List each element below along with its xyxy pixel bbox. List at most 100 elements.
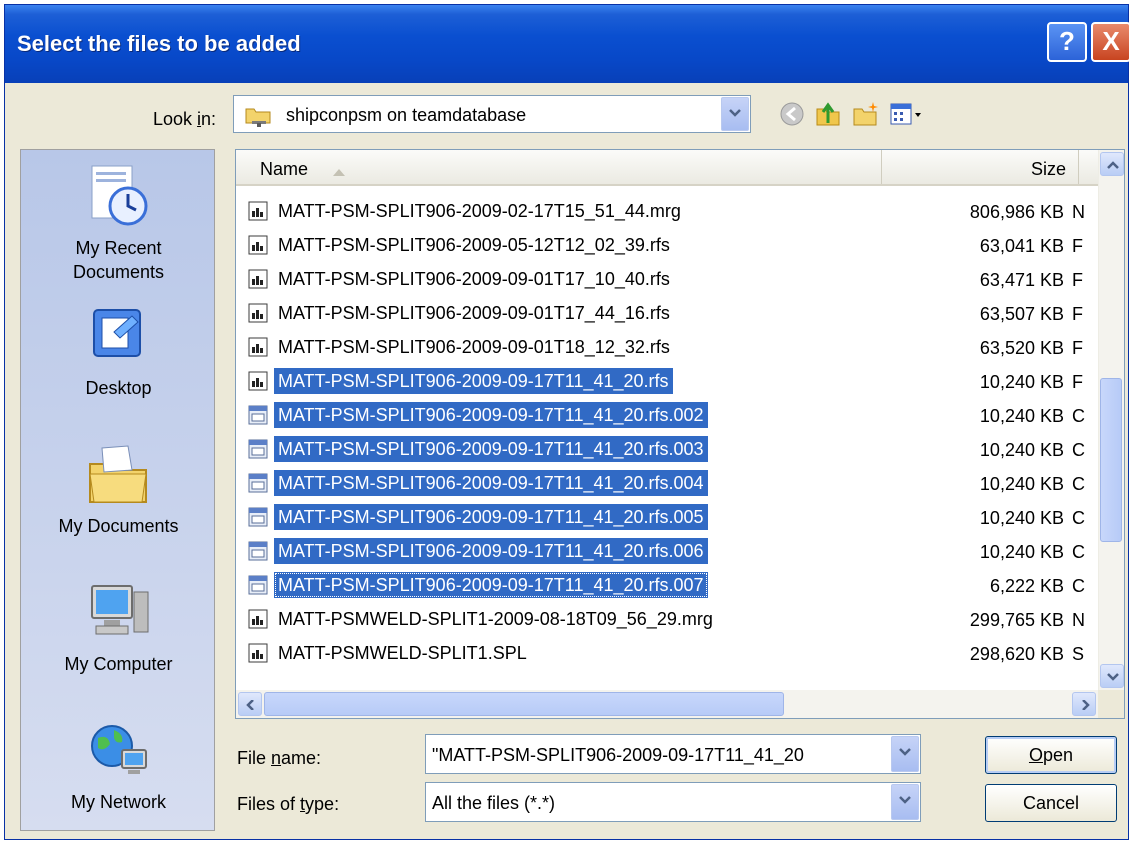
file-type-cell: F — [1072, 372, 1083, 392]
file-name-cell: MATT-PSM-SPLIT906-2009-09-01T18_12_32.rf… — [278, 337, 670, 357]
file-type-cell: C — [1072, 542, 1085, 562]
file-size-cell: 63,041 KB — [979, 236, 1064, 256]
file-name-cell: MATT-PSM-SPLIT906-2009-09-17T11_41_20.rf… — [274, 402, 708, 428]
sort-ascending-icon — [331, 164, 347, 182]
up-folder-icon[interactable] — [813, 99, 843, 134]
file-size-cell: 10,240 KB — [979, 440, 1064, 460]
file-name-cell: MATT-PSM-SPLIT906-2009-05-12T12_02_39.rf… — [278, 235, 670, 255]
scroll-down-button[interactable] — [1100, 664, 1124, 688]
file-name-cell: MATT-PSMWELD-SPLIT1-2009-08-18T09_56_29.… — [278, 609, 713, 629]
file-row[interactable]: MATT-PSM-SPLIT906-2009-09-17T11_41_20.rf… — [236, 398, 1098, 432]
list-header: Name Size — [236, 150, 1098, 186]
file-type-cell: F — [1072, 236, 1083, 256]
file-name-dropdown-arrow[interactable] — [891, 736, 919, 772]
file-open-dialog: Select the files to be added ? X Look in… — [4, 4, 1131, 840]
places-bar: My Recent Documents Desktop My Documents — [20, 149, 215, 831]
doc-file-icon — [248, 371, 268, 396]
file-row[interactable]: MATT-PSMWELD-SPLIT1.SPL 298,620 KB S — [236, 636, 1098, 670]
file-row[interactable]: MATT-PSM-SPLIT906-2009-02-17T15_51_44.mr… — [236, 194, 1098, 228]
horizontal-scrollbar[interactable] — [236, 690, 1098, 718]
file-name-cell: MATT-PSM-SPLIT906-2009-09-17T11_41_20.rf… — [274, 538, 708, 564]
file-row[interactable]: MATT-PSM-SPLIT906-2009-09-17T11_41_20.rf… — [236, 466, 1098, 500]
place-label: Desktop — [85, 378, 152, 398]
generic-file-icon — [248, 575, 268, 600]
scrollbar-corner — [1098, 690, 1124, 718]
file-row[interactable]: MATT-PSM-SPLIT906-2009-09-17T11_41_20.rf… — [236, 364, 1098, 398]
file-type-cell: C — [1072, 440, 1085, 460]
vertical-scroll-thumb[interactable] — [1100, 378, 1122, 542]
generic-file-icon — [248, 405, 268, 430]
look-in-label: Look in: — [153, 109, 217, 129]
horizontal-scroll-thumb[interactable] — [264, 692, 784, 716]
file-type-cell: N — [1072, 202, 1085, 222]
doc-file-icon — [248, 643, 268, 668]
file-name-cell: MATT-PSM-SPLIT906-2009-02-17T15_51_44.mr… — [278, 201, 681, 221]
back-icon[interactable] — [777, 99, 807, 134]
dialog-title: Select the files to be added — [17, 31, 301, 56]
file-row[interactable]: MATT-PSM-SPLIT906-2009-09-17T11_41_20.rf… — [236, 432, 1098, 466]
file-size-cell: 10,240 KB — [979, 508, 1064, 528]
file-name-cell: MATT-PSMWELD-SPLIT1.SPL — [278, 643, 527, 663]
file-size-cell: 63,471 KB — [979, 270, 1064, 290]
file-row[interactable]: MATT-PSM-SPLIT906-2009-09-17T11_41_20.rf… — [236, 568, 1098, 602]
file-row[interactable]: MATT-PSM-SPLIT906-2009-09-01T18_12_32.rf… — [236, 330, 1098, 364]
close-button[interactable]: X — [1091, 22, 1131, 62]
file-size-cell: 10,240 KB — [979, 542, 1064, 562]
file-name-cell: MATT-PSM-SPLIT906-2009-09-17T11_41_20.rf… — [274, 368, 673, 394]
file-name-cell: MATT-PSM-SPLIT906-2009-09-01T17_44_16.rf… — [278, 303, 670, 323]
generic-file-icon — [248, 541, 268, 566]
doc-file-icon — [248, 337, 268, 362]
file-name-combo[interactable]: "MATT-PSM-SPLIT906-2009-09-17T11_41_20 — [425, 734, 921, 774]
place-my-recent-documents[interactable]: My Recent Documents — [21, 162, 216, 284]
help-button[interactable]: ? — [1047, 22, 1087, 62]
file-name-cell: MATT-PSM-SPLIT906-2009-09-17T11_41_20.rf… — [274, 436, 708, 462]
generic-file-icon — [248, 473, 268, 498]
doc-file-icon — [248, 269, 268, 294]
file-list[interactable]: Name Size MATT-PSM-SPLIT906-2009-02-17T1… — [235, 149, 1125, 719]
file-row[interactable]: MATT-PSM-SPLIT906-2009-09-17T11_41_20.rf… — [236, 500, 1098, 534]
file-row[interactable]: MATT-PSM-SPLIT906-2009-09-01T17_44_16.rf… — [236, 296, 1098, 330]
scroll-left-button[interactable] — [238, 692, 262, 716]
file-row[interactable]: MATT-PSM-SPLIT906-2009-09-01T17_10_40.rf… — [236, 262, 1098, 296]
file-type-cell: N — [1072, 610, 1085, 630]
column-header-name[interactable]: Name — [236, 150, 882, 184]
file-row[interactable]: MATT-PSM-SPLIT906-2009-09-17T11_41_20.rf… — [236, 534, 1098, 568]
place-label: My Documents — [58, 516, 179, 536]
file-size-cell: 63,507 KB — [979, 304, 1064, 324]
place-desktop[interactable]: Desktop — [21, 302, 216, 400]
view-menu-icon[interactable] — [889, 99, 925, 134]
recent-documents-icon — [91, 165, 147, 226]
my-computer-icon — [90, 585, 148, 635]
files-of-type-dropdown-arrow[interactable] — [891, 784, 919, 820]
place-my-documents[interactable]: My Documents — [21, 440, 216, 538]
file-size-cell: 806,986 KB — [969, 202, 1064, 222]
file-size-cell: 6,222 KB — [989, 576, 1064, 596]
file-rows: MATT-PSM-SPLIT906-2009-02-17T15_51_44.mr… — [236, 194, 1098, 670]
scroll-right-button[interactable] — [1072, 692, 1096, 716]
cancel-button[interactable]: Cancel — [985, 784, 1117, 822]
file-name-cell: MATT-PSM-SPLIT906-2009-09-17T11_41_20.rf… — [274, 470, 708, 496]
place-label: My Network — [70, 792, 166, 812]
file-type-cell: F — [1072, 338, 1083, 358]
file-type-cell: F — [1072, 304, 1083, 324]
look-in-dropdown-arrow[interactable] — [721, 97, 749, 131]
file-type-cell: C — [1072, 474, 1085, 494]
file-row[interactable]: MATT-PSM-SPLIT906-2009-05-12T12_02_39.rf… — [236, 228, 1098, 262]
files-of-type-combo[interactable]: All the files (*.*) — [425, 782, 921, 822]
open-button[interactable]: Open — [985, 736, 1117, 774]
vertical-scrollbar[interactable] — [1098, 150, 1124, 690]
title-bar[interactable]: Select the files to be added ? X — [5, 5, 1131, 83]
doc-file-icon — [248, 201, 268, 226]
place-my-computer[interactable]: My Computer — [21, 578, 216, 676]
file-name-cell: MATT-PSM-SPLIT906-2009-09-17T11_41_20.rf… — [274, 572, 708, 598]
file-name-label: File name: — [237, 748, 322, 768]
generic-file-icon — [248, 439, 268, 464]
file-type-cell: C — [1072, 576, 1085, 596]
column-header-size[interactable]: Size — [882, 150, 1079, 184]
scroll-up-button[interactable] — [1100, 152, 1124, 176]
place-my-network[interactable]: My Network — [21, 716, 216, 814]
look-in-dropdown[interactable]: shipconpsm on teamdatabase — [233, 95, 751, 133]
new-folder-icon[interactable] — [851, 99, 881, 134]
place-label-line2: Documents — [72, 262, 165, 282]
file-row[interactable]: MATT-PSMWELD-SPLIT1-2009-08-18T09_56_29.… — [236, 602, 1098, 636]
